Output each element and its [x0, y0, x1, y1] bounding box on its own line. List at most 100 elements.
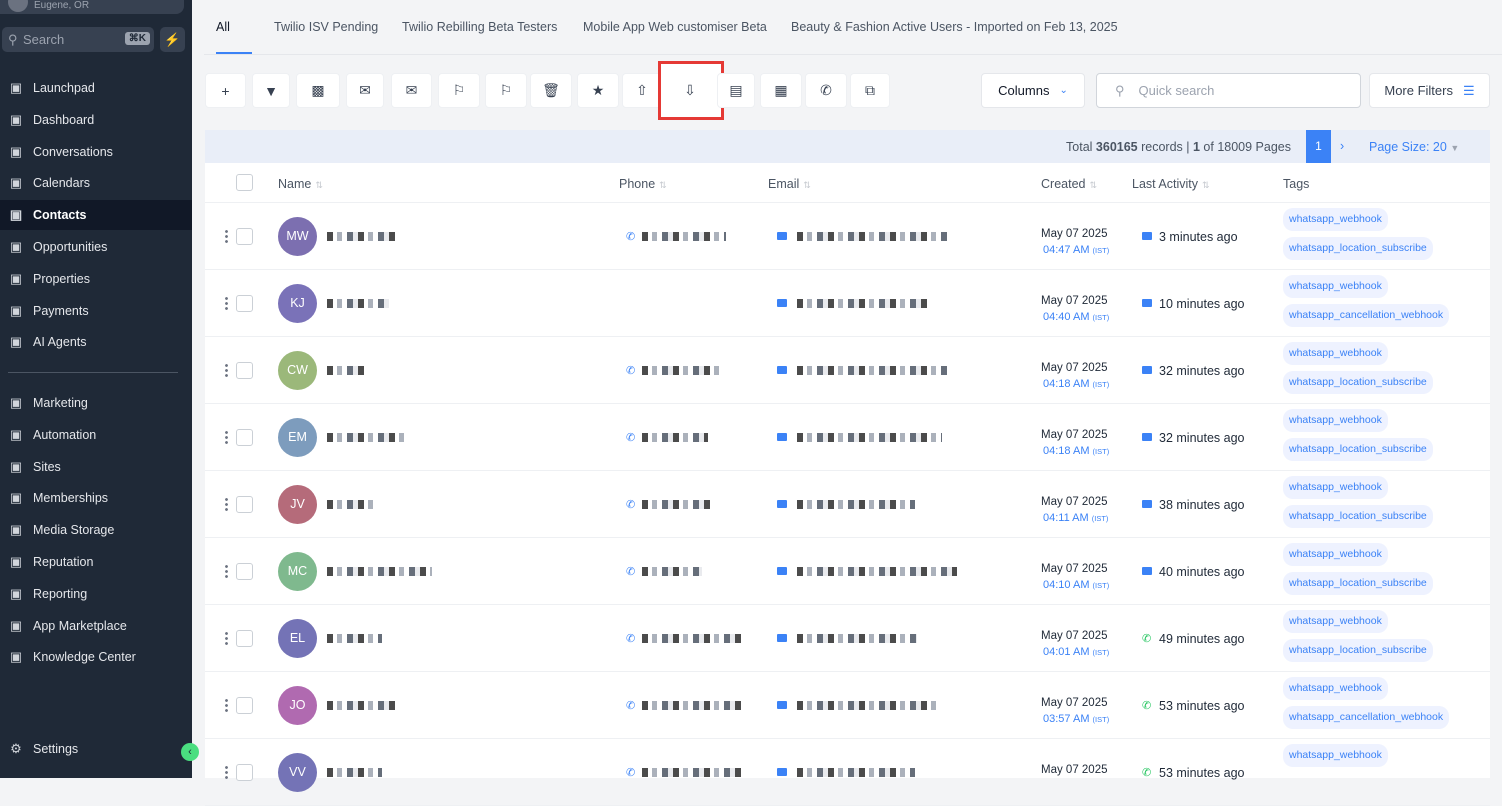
avatar[interactable]: JV [278, 485, 317, 524]
contact-name-redacted[interactable] [327, 299, 389, 308]
row-checkbox[interactable] [236, 362, 253, 379]
avatar[interactable]: MW [278, 217, 317, 256]
sidebar-item-sites[interactable]: ▣ Sites [0, 452, 192, 482]
tag-chip[interactable]: whatsapp_webhook [1283, 275, 1388, 298]
avatar[interactable]: MC [278, 552, 317, 591]
drag-handle-icon[interactable] [225, 698, 228, 713]
email-redacted[interactable] [797, 299, 929, 308]
tag-chip[interactable]: whatsapp_webhook [1283, 208, 1388, 231]
tag-chip[interactable]: whatsapp_webhook [1283, 744, 1388, 767]
contact-name-redacted[interactable] [327, 433, 405, 442]
tag-chip[interactable]: whatsapp_location_subscribe [1283, 505, 1433, 528]
sidebar-item-ai-agents[interactable]: ▣ AI Agents [0, 327, 192, 357]
table-row[interactable]: EL ✆ May 07 2025 04:01 AM (IST) ✆ 49 minutes … [205, 605, 1490, 672]
row-checkbox[interactable] [236, 764, 253, 781]
sidebar-item-reputation[interactable]: ▣ Reputation [0, 547, 192, 577]
column-header-phone[interactable]: Phone ⇅ [619, 177, 667, 191]
tab-mobile-app[interactable]: Mobile App Web customiser Beta [583, 20, 767, 34]
company-button[interactable]: ▦ [760, 73, 802, 108]
columns-dropdown[interactable]: Columns ⌄ [981, 73, 1085, 108]
quick-search-input[interactable]: ⚲ Quick search [1096, 73, 1361, 108]
page-number-button[interactable]: 1 [1306, 130, 1331, 163]
sidebar-item-conversations[interactable]: ▣ Conversations [0, 137, 192, 167]
tag-chip[interactable]: whatsapp_webhook [1283, 543, 1388, 566]
table-row[interactable]: MC ✆ May 07 2025 04:10 AM (IST) 40 minutes a… [205, 538, 1490, 605]
sidebar-item-payments[interactable]: ▣ Payments [0, 296, 192, 326]
tag-chip[interactable]: whatsapp_location_subscribe [1283, 572, 1433, 595]
email-redacted[interactable] [797, 366, 947, 375]
merge-button[interactable]: ⧉ [850, 73, 890, 108]
column-header-name[interactable]: Name ⇅ [278, 177, 323, 191]
whatsapp-button[interactable]: ✆ [805, 73, 847, 108]
drag-handle-icon[interactable] [225, 363, 228, 378]
table-row[interactable]: MW ✆ May 07 2025 04:47 AM (IST) 3 minutes ag… [205, 203, 1490, 270]
page-size-dropdown[interactable]: Page Size: 20 ▼ [1369, 140, 1459, 154]
favorite-button[interactable]: ★ [577, 73, 619, 108]
tag-chip[interactable]: whatsapp_location_subscribe [1283, 237, 1433, 260]
collapse-sidebar-icon[interactable]: ‹ [181, 743, 199, 761]
delete-button[interactable]: 🗑 [530, 73, 572, 108]
tag-chip[interactable]: whatsapp_location_subscribe [1283, 639, 1433, 662]
tag-chip[interactable]: whatsapp_webhook [1283, 409, 1388, 432]
table-row[interactable]: EM ✆ May 07 2025 04:18 AM (IST) 32 minutes a… [205, 404, 1490, 471]
table-row[interactable]: JV ✆ May 07 2025 04:11 AM (IST) 38 minutes a… [205, 471, 1490, 538]
drag-handle-icon[interactable] [225, 430, 228, 445]
avatar[interactable]: EM [278, 418, 317, 457]
table-row[interactable]: VV ✆ May 07 2025 ✆ 53 minutes ago whatsapp_we… [205, 739, 1490, 806]
email-redacted[interactable] [797, 567, 957, 576]
row-checkbox[interactable] [236, 496, 253, 513]
email-redacted[interactable] [797, 701, 937, 710]
sidebar-item-automation[interactable]: ▣ Automation [0, 420, 192, 450]
more-filters-button[interactable]: More Filters ☰ [1369, 73, 1490, 108]
row-checkbox[interactable] [236, 295, 253, 312]
phone-redacted[interactable] [642, 433, 708, 442]
add-tag-button[interactable]: ⚐ [438, 73, 480, 108]
tab-all[interactable]: All [216, 20, 230, 34]
phone-redacted[interactable] [642, 500, 712, 509]
contact-name-redacted[interactable] [327, 768, 382, 777]
remove-tag-button[interactable]: ⚐ [485, 73, 527, 108]
workflow-button[interactable]: ▩ [296, 73, 340, 108]
phone-redacted[interactable] [642, 567, 702, 576]
email-redacted[interactable] [797, 768, 915, 777]
sidebar-item-calendars[interactable]: ▣ Calendars [0, 168, 192, 198]
column-header-last-activity[interactable]: Last Activity ⇅ [1132, 177, 1210, 191]
select-all-checkbox[interactable] [236, 174, 253, 191]
sidebar-search[interactable]: ⚲ Search ⌘K [2, 27, 154, 52]
sidebar-item-dashboard[interactable]: ▣ Dashboard [0, 105, 192, 135]
tag-chip[interactable]: whatsapp_cancellation_webhook [1283, 304, 1450, 327]
drag-handle-icon[interactable] [225, 631, 228, 646]
tab-twilio-rebilling[interactable]: Twilio Rebilling Beta Testers [402, 20, 557, 34]
sidebar-item-memberships[interactable]: ▣ Memberships [0, 483, 192, 513]
table-row[interactable]: KJ May 07 2025 04:40 AM (IST) 10 minutes ag… [205, 270, 1490, 337]
sidebar-item-contacts[interactable]: ▣ Contacts [0, 200, 192, 231]
phone-redacted[interactable] [642, 232, 726, 241]
avatar[interactable]: CW [278, 351, 317, 390]
sidebar-item-opportunities[interactable]: ▣ Opportunities [0, 232, 192, 262]
phone-redacted[interactable] [642, 634, 742, 643]
row-checkbox[interactable] [236, 630, 253, 647]
tag-chip[interactable]: whatsapp_location_subscribe [1283, 438, 1433, 461]
email-redacted[interactable] [797, 232, 947, 241]
column-header-created[interactable]: Created ⇅ [1041, 177, 1097, 191]
phone-redacted[interactable] [642, 366, 722, 375]
row-checkbox[interactable] [236, 563, 253, 580]
row-checkbox[interactable] [236, 228, 253, 245]
phone-redacted[interactable] [642, 768, 742, 777]
sidebar-item-launchpad[interactable]: ▣ Launchpad [0, 73, 192, 103]
contact-name-redacted[interactable] [327, 634, 382, 643]
tag-chip[interactable]: whatsapp_webhook [1283, 476, 1388, 499]
export-button[interactable]: ⇩ [668, 73, 712, 108]
sidebar-item-app-marketplace[interactable]: ▣ App Marketplace [0, 611, 192, 641]
quick-action-bolt-icon[interactable]: ⚡ [160, 27, 185, 52]
avatar[interactable]: JO [278, 686, 317, 725]
avatar[interactable]: KJ [278, 284, 317, 323]
add-contact-button[interactable]: + [205, 73, 246, 108]
sidebar-item-knowledge-center[interactable]: ▣ Knowledge Center [0, 642, 192, 672]
table-row[interactable]: CW ✆ May 07 2025 04:18 AM (IST) 32 minutes a… [205, 337, 1490, 404]
column-header-email[interactable]: Email ⇅ [768, 177, 811, 191]
tag-chip[interactable]: whatsapp_location_subscribe [1283, 371, 1433, 394]
email-redacted[interactable] [797, 634, 917, 643]
drag-handle-icon[interactable] [225, 296, 228, 311]
tag-chip[interactable]: whatsapp_webhook [1283, 677, 1388, 700]
